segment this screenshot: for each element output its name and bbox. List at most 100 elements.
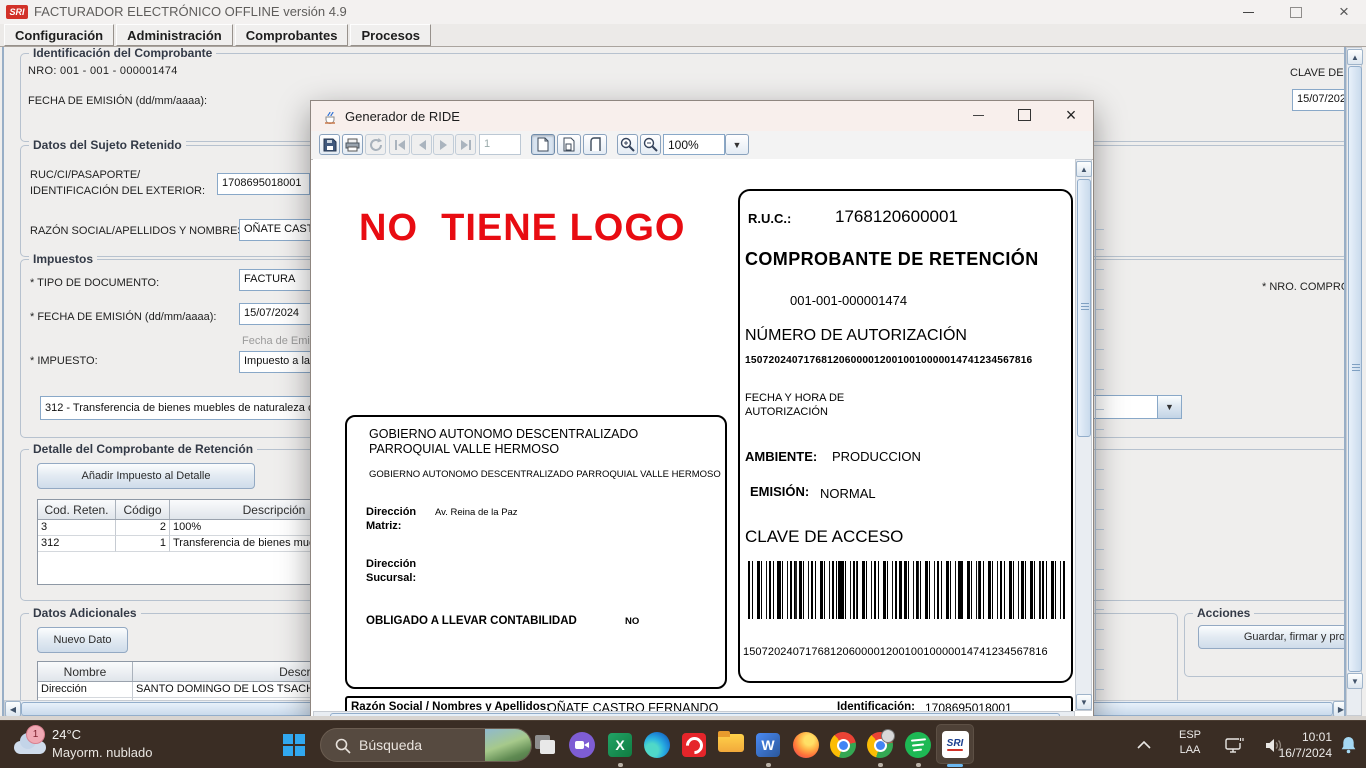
menu-comprobantes[interactable]: Comprobantes: [235, 24, 349, 46]
actual-size-view-button[interactable]: [557, 134, 581, 155]
ride-modal: Generador de RIDE ×: [310, 100, 1094, 720]
app-maximize-button[interactable]: [1284, 2, 1308, 22]
weather-widget[interactable]: 1 24°C Mayorm. nublado: [8, 725, 198, 765]
doc-right-box: R.U.C.: 1768120600001 COMPROBANTE DE RET…: [738, 189, 1073, 683]
scroll-left-button[interactable]: ◀: [5, 701, 21, 716]
add-impuesto-button[interactable]: Añadir Impuesto al Detalle: [37, 463, 255, 489]
excel-app-button[interactable]: X: [602, 726, 638, 764]
form-vscrollbar[interactable]: ▲ ▼: [1346, 47, 1362, 716]
app-close-button[interactable]: ×: [1332, 2, 1356, 22]
edge-app-button[interactable]: [639, 726, 675, 764]
emisor-name-small: GOBIERNO AUTONOMO DESCENTRALIZADO PARROQ…: [369, 469, 725, 480]
zoom-combo-button[interactable]: ▼: [725, 134, 749, 155]
last-page-button[interactable]: [455, 134, 476, 155]
scroll-up-button[interactable]: ▲: [1076, 161, 1092, 177]
save-icon: [323, 138, 337, 152]
no-logo-text: NO TIENE LOGO: [359, 207, 685, 250]
nuevo-dato-button[interactable]: Nuevo Dato: [37, 627, 128, 653]
search-icon: [335, 738, 351, 754]
word-app-button[interactable]: W: [750, 726, 786, 764]
identificacion-label: Identificación:: [837, 701, 915, 711]
nro-comprobante-label: * NRO. COMPROBANTE: [1262, 281, 1346, 293]
ride-close-button[interactable]: ×: [1059, 105, 1083, 125]
taskbar: 1 24°C Mayorm. nublado Búsqueda: [0, 720, 1366, 768]
app-title: FACTURADOR ELECTRÓNICO OFFLINE versión 4…: [34, 4, 347, 19]
ride-title: Generador de RIDE: [345, 109, 460, 124]
auth-number-label: NÚMERO DE AUTORIZACIÓN: [745, 327, 967, 345]
sri-app-icon: SRI: [6, 5, 28, 19]
menu-procesos[interactable]: Procesos: [350, 24, 431, 46]
clave-fecha-input[interactable]: 15/07/2024: [1292, 89, 1346, 111]
running-indicator: [916, 763, 921, 767]
zoom-out-icon: [643, 137, 658, 152]
ruc-label-line2: IDENTIFICACIÓN DEL EXTERIOR:: [30, 185, 205, 197]
excel-icon: X: [608, 733, 632, 757]
firefox-icon: [793, 732, 819, 758]
file-explorer-button[interactable]: [713, 726, 749, 764]
firefox-app-button[interactable]: [788, 726, 824, 764]
zoom-out-button[interactable]: [640, 134, 661, 155]
zoom-level-input[interactable]: 100%: [663, 134, 725, 155]
ride-minimize-button[interactable]: [966, 105, 990, 125]
start-button[interactable]: [276, 726, 312, 764]
ride-vscrollbar[interactable]: ▲ ▼: [1075, 159, 1092, 711]
fit-width-view-button[interactable]: [583, 134, 607, 155]
java-icon: [322, 108, 338, 124]
razon-social-value: OÑATE CASTRO FERNANDO: [547, 701, 718, 711]
scroll-down-icon: ▼: [1351, 677, 1359, 686]
weather-temp: 24°C: [52, 727, 81, 742]
page-number-input[interactable]: 1: [479, 134, 521, 155]
group-title: Impuestos: [29, 252, 97, 266]
minimize-icon: [973, 115, 984, 116]
vscrollbar-thumb[interactable]: [1077, 179, 1091, 437]
scroll-up-button[interactable]: ▲: [1347, 49, 1363, 65]
spotify-app-button[interactable]: [900, 726, 936, 764]
chrome-profile2-app-button[interactable]: [862, 726, 898, 764]
menu-administracion[interactable]: Administración: [116, 24, 233, 46]
print-button[interactable]: [342, 134, 363, 155]
windows-logo-icon: [283, 734, 305, 756]
direccion-matriz-value: Av. Reina de la Paz: [435, 507, 518, 518]
task-view-button[interactable]: [527, 726, 563, 764]
notification-badge: 1: [26, 725, 45, 744]
clave-acceso-label: CLAVE DE ACCESO: [745, 527, 903, 547]
pdf-app-button[interactable]: [676, 726, 712, 764]
search-highlight-image: [485, 729, 531, 762]
save-button[interactable]: [319, 134, 340, 155]
col-nombre[interactable]: Nombre: [38, 662, 133, 681]
zoom-in-button[interactable]: [617, 134, 638, 155]
combo-dropdown-button[interactable]: ▼: [1157, 396, 1181, 418]
next-page-button[interactable]: [433, 134, 454, 155]
single-page-view-button[interactable]: [531, 134, 555, 155]
sri-app-button-active[interactable]: SRI: [936, 724, 974, 764]
search-placeholder: Búsqueda: [359, 737, 422, 753]
running-indicator: [618, 763, 623, 767]
ride-toolbar: 1 100% ▼: [311, 131, 1093, 160]
group-title: Acciones: [1193, 606, 1254, 620]
prev-page-button[interactable]: [411, 134, 432, 155]
pdf-icon: [682, 733, 706, 757]
fecha-autorizacion-label: FECHA Y HORA DE AUTORIZACIÓN: [745, 391, 844, 419]
search-box[interactable]: Búsqueda: [320, 728, 532, 762]
chrome-app-button[interactable]: [825, 726, 861, 764]
network-tray-button[interactable]: [1218, 726, 1254, 764]
spotify-icon: [905, 732, 931, 758]
scroll-down-button[interactable]: ▼: [1076, 694, 1092, 710]
meet-app-button[interactable]: [564, 726, 600, 764]
vscrollbar-thumb[interactable]: [1348, 66, 1362, 672]
guardar-firmar-button[interactable]: Guardar, firmar y procesar: [1198, 625, 1346, 649]
first-page-button[interactable]: [389, 134, 410, 155]
ruc-input[interactable]: 1708695018001: [217, 173, 310, 195]
language-indicator[interactable]: ESP LAA: [1172, 728, 1208, 758]
menu-configuracion[interactable]: Configuración: [4, 24, 114, 46]
ride-maximize-button[interactable]: [1012, 105, 1036, 125]
clock-widget[interactable]: 10:01 16/7/2024: [1272, 729, 1332, 761]
col-codigo[interactable]: Código: [116, 500, 170, 519]
tray-chevron-button[interactable]: [1126, 726, 1162, 764]
scroll-down-button[interactable]: ▼: [1347, 673, 1363, 689]
reload-button[interactable]: [365, 134, 386, 155]
col-cod-reten[interactable]: Cod. Reten.: [38, 500, 116, 519]
notifications-button[interactable]: [1330, 726, 1366, 764]
app-minimize-button[interactable]: [1236, 2, 1260, 22]
screen: SRI FACTURADOR ELECTRÓNICO OFFLINE versi…: [0, 0, 1366, 768]
